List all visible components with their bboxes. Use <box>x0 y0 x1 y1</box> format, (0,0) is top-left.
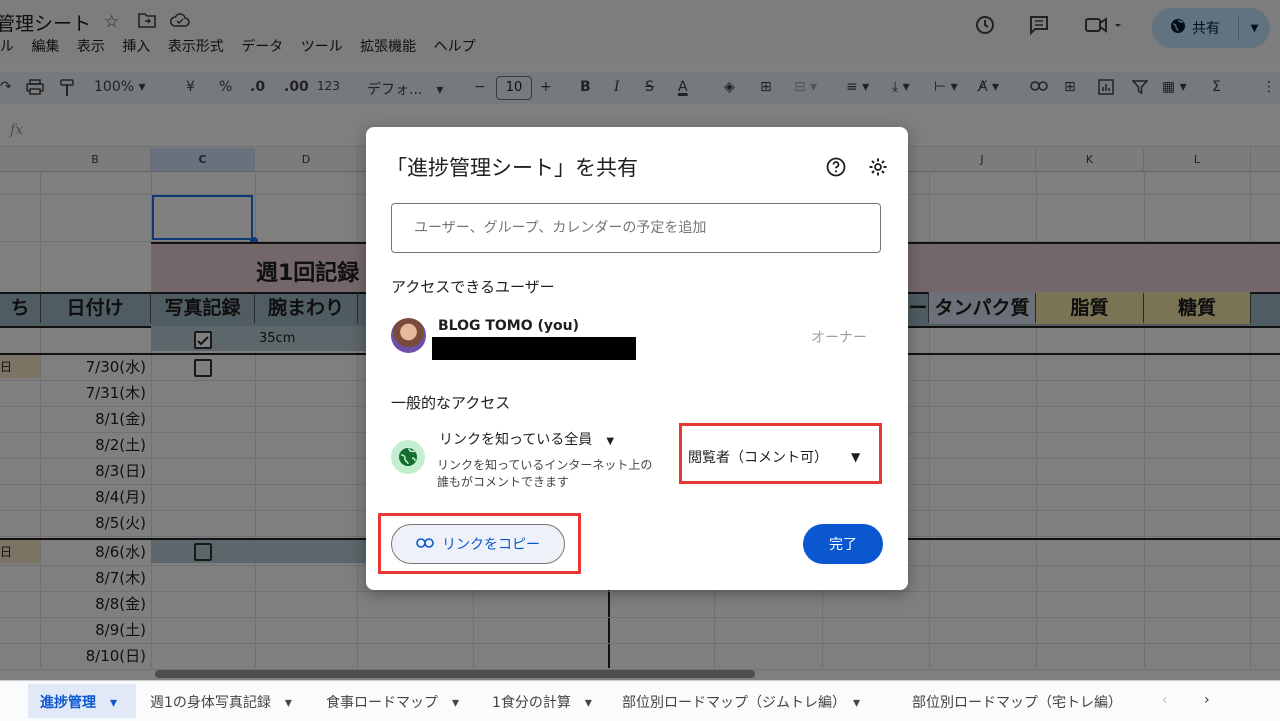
redacted-email <box>432 337 636 360</box>
settings-gear-icon[interactable] <box>868 157 888 181</box>
tab-body-photo[interactable]: 週1の身体写真記録 ▾ <box>150 692 292 712</box>
add-people-input[interactable] <box>391 203 881 253</box>
done-button[interactable]: 完了 <box>803 524 883 564</box>
tab-meal-roadmap[interactable]: 食事ロードマップ ▾ <box>326 692 459 712</box>
highlight-copy-box <box>378 513 581 574</box>
tabs-scroll-right-icon[interactable]: › <box>1204 692 1210 708</box>
tab-meal-calc[interactable]: 1食分の計算 ▾ <box>492 692 592 712</box>
link-scope-select[interactable]: リンクを知っている全員 ▼ <box>439 429 614 449</box>
link-description-line1: リンクを知っているインターネット上の <box>437 458 653 472</box>
owner-role: オーナー <box>811 330 867 346</box>
tab-home-roadmap[interactable]: 部位別ロードマップ（宅トレ編） <box>912 692 1122 712</box>
caret-down-icon: ▼ <box>606 436 615 447</box>
people-heading: アクセスできるユーザー <box>391 278 555 296</box>
user-name: BLOG TOMO (you) <box>438 318 580 334</box>
dialog-title: 「進捗管理シート」を共有 <box>386 156 638 180</box>
avatar <box>391 318 426 353</box>
link-description-line2: 誰もがコメントできます <box>437 475 570 489</box>
help-icon[interactable] <box>826 157 846 181</box>
general-access-heading: 一般的なアクセス <box>391 394 511 412</box>
tab-gym-roadmap[interactable]: 部位別ロードマップ（ジムトレ編） ▾ <box>622 692 860 712</box>
tabs-scroll-left-icon[interactable]: ‹ <box>1162 692 1168 708</box>
highlight-role-box <box>679 423 882 484</box>
tab-progress[interactable]: 進捗管理 ▾ <box>40 692 117 712</box>
globe-icon <box>391 440 425 474</box>
